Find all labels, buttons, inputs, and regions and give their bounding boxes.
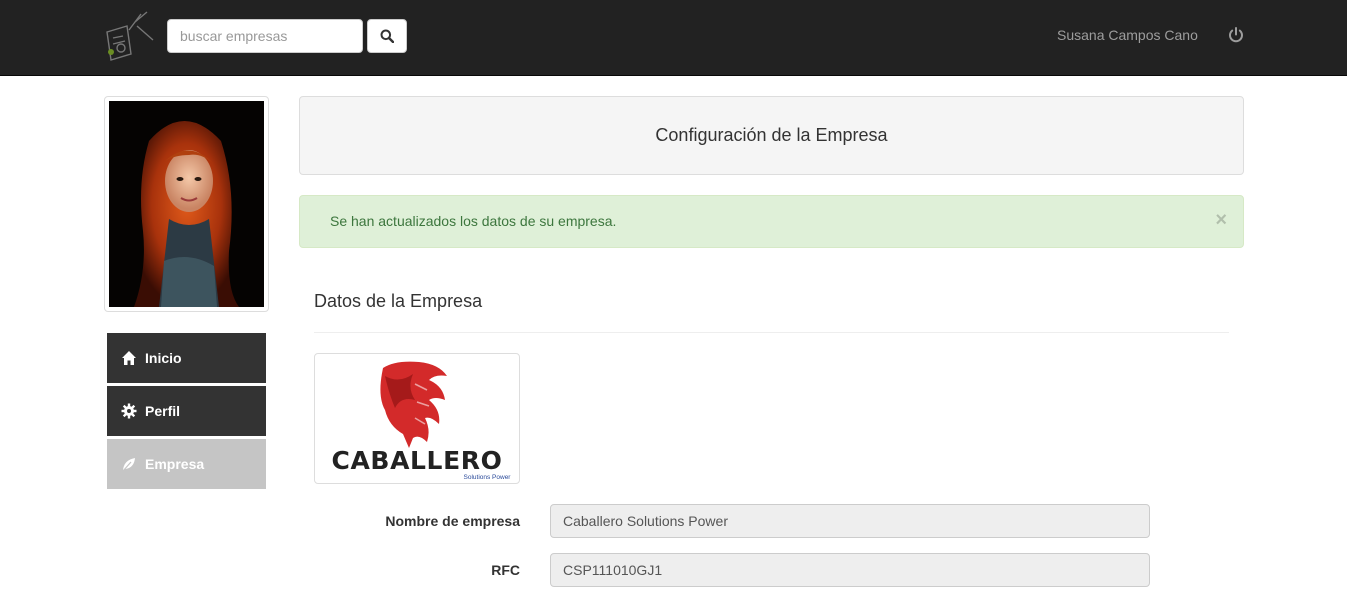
sidebar-item-label: Empresa [145, 456, 205, 472]
section-title: Datos de la Empresa [314, 291, 483, 311]
home-icon [121, 350, 137, 366]
power-icon [1229, 27, 1243, 43]
user-name-link[interactable]: Susana Campos Cano [1057, 27, 1198, 43]
sidebar-item-label: Perfil [145, 403, 181, 419]
company-logo[interactable]: CABALLERO Solutions Power [314, 353, 520, 484]
sidebar-item-label: Inicio [145, 350, 182, 366]
rfc-label: RFC [491, 562, 520, 578]
rfc-field[interactable] [550, 553, 1150, 587]
sidebar-item-inicio[interactable]: Inicio [107, 333, 266, 383]
top-navbar: Susana Campos Cano [0, 0, 1347, 76]
search-button[interactable] [367, 19, 407, 53]
alert-close-button[interactable]: × [1215, 210, 1227, 230]
leaf-icon [121, 456, 137, 472]
page-header-panel: Configuración de la Empresa [299, 96, 1244, 175]
search-input[interactable] [167, 19, 363, 53]
avatar [109, 101, 264, 307]
search-icon [380, 29, 394, 43]
logo-tagline-text: Solutions Power [464, 474, 512, 481]
sidebar-item-perfil[interactable]: Perfil [107, 386, 266, 436]
logo-brand-text: CABALLERO [332, 446, 503, 475]
logout-button[interactable] [1227, 26, 1245, 44]
section-divider [314, 332, 1229, 333]
success-alert: Se han actualizados los datos de su empr… [299, 195, 1244, 248]
gear-icon [121, 403, 137, 419]
company-name-label: Nombre de empresa [385, 513, 520, 529]
page-title: Configuración de la Empresa [655, 125, 888, 145]
sidebar-item-empresa[interactable]: Empresa [107, 439, 266, 489]
alert-message: Se han actualizados los datos de su empr… [330, 213, 617, 229]
profile-photo-frame [104, 96, 269, 312]
company-name-field[interactable] [550, 504, 1150, 538]
app-logo[interactable] [101, 10, 155, 64]
eagle-emblem-icon [380, 361, 447, 448]
